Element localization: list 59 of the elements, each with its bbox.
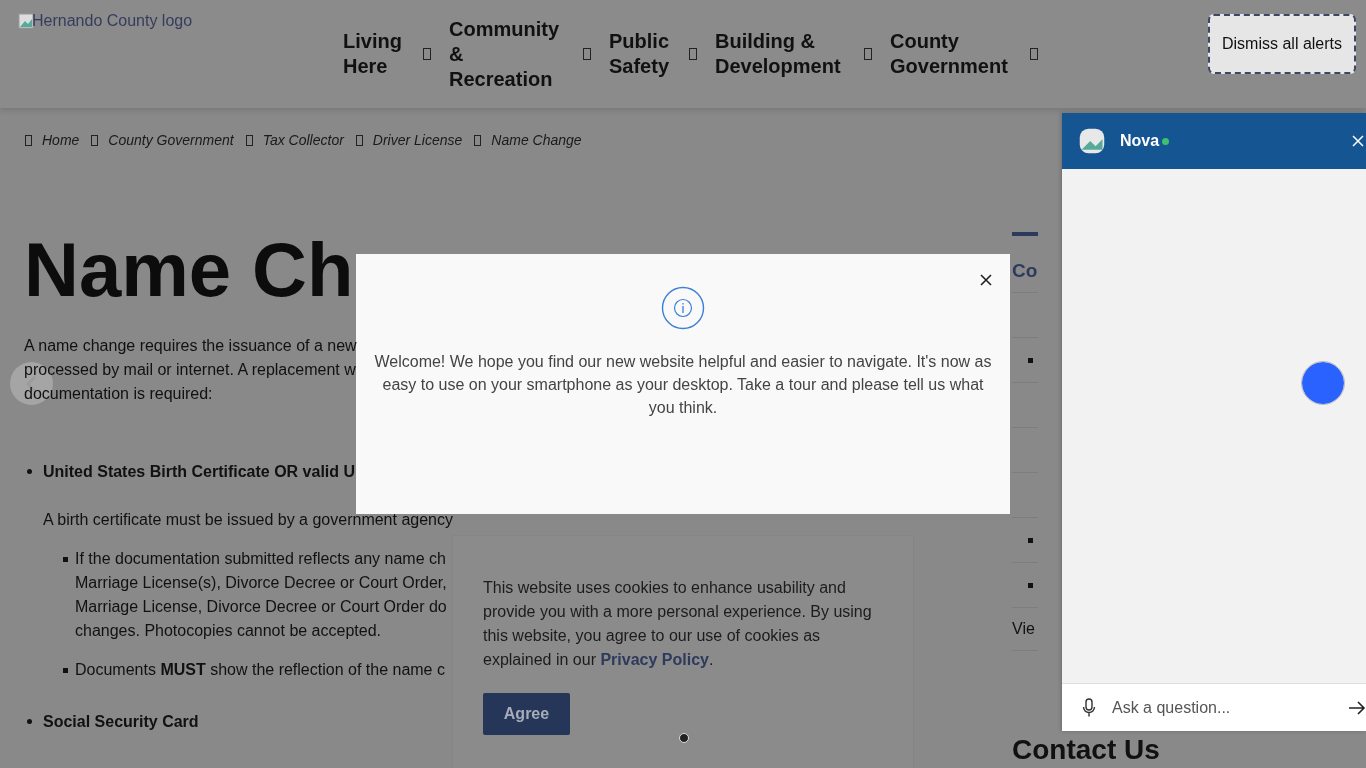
close-icon[interactable] [980, 274, 992, 286]
microphone-icon[interactable] [1082, 697, 1096, 718]
glyph-box-icon[interactable] [423, 48, 431, 60]
privacy-policy-link[interactable]: Privacy Policy [600, 651, 709, 668]
welcome-message: Welcome! We hope you find our new website helpful and easier to navigate. It's now as easy to use on your smartphone as your desktop. Take a tour and please tell us what you think. [374, 352, 992, 418]
paragraph-line: Marriage License(s), Divorce Decree or Court Order, [75, 573, 447, 593]
dismiss-alerts-button[interactable]: Dismiss all alerts [1208, 14, 1356, 74]
breadcrumb-link[interactable]: Driver License [372, 132, 463, 148]
bullet-icon [27, 469, 32, 474]
chat-input-field[interactable]: Ask a question... [1062, 683, 1366, 731]
list-heading: United States Birth Certificate OR valid U [43, 462, 356, 482]
nav-link[interactable]: Public Safety [609, 29, 675, 79]
breadcrumb-link[interactable]: County Government [108, 132, 234, 148]
chat-agent-name: Nova [1120, 132, 1160, 150]
nav-link[interactable]: County Government [890, 29, 1016, 79]
bullet-icon [1028, 537, 1033, 543]
info-icon [661, 286, 705, 330]
sidebar-link[interactable]: Vie [1012, 608, 1038, 651]
bullet-icon [63, 668, 68, 673]
glyph-box-icon [474, 134, 482, 146]
bullet-icon [1028, 357, 1033, 363]
glyph-box-icon[interactable] [583, 48, 591, 60]
note-text: A birth certificate must be issued by a government agency [43, 510, 453, 530]
broken-image-icon [1078, 127, 1106, 155]
glyph-box-icon[interactable] [1030, 48, 1038, 60]
glyph-box-icon [91, 134, 99, 146]
paragraph-line: changes. Photocopies cannot be accepted. [75, 621, 381, 641]
sidebar-heading: Co [1012, 260, 1038, 293]
glyph-box-icon[interactable] [864, 48, 872, 60]
breadcrumb-link[interactable]: Tax Collector [262, 132, 344, 148]
paragraph-line: Documents MUST show the reflection of the name c [75, 660, 445, 680]
bullet-icon [1028, 582, 1033, 588]
arrow-right-icon[interactable] [1348, 700, 1366, 715]
bullet-icon [27, 719, 32, 724]
agree-button[interactable]: Agree [483, 693, 570, 735]
paragraph-line: If the documentation submitted reflects any name ch [75, 549, 446, 569]
list-heading: Social Security Card [43, 712, 199, 732]
chat-launcher-icon [1302, 362, 1344, 404]
paragraph-line: documentation is required: [24, 384, 213, 404]
page-title: Name Ch [24, 230, 354, 310]
glyph-box-icon [355, 134, 363, 146]
bullet-icon [63, 557, 68, 562]
paragraph-line: Marriage License, Divorce Decree or Court Order do [75, 597, 447, 617]
breadcrumb-link[interactable]: Name Change [491, 132, 582, 148]
question-input[interactable]: Ask a question... [1110, 697, 1348, 718]
glyph-box-icon [25, 134, 32, 146]
section-heading: Contact Us [1012, 734, 1160, 766]
nav-link[interactable]: Building & Development [715, 29, 850, 79]
paragraph-line: processed by mail or internet. A replacement w [24, 360, 356, 380]
nav-link[interactable]: Living Here [343, 29, 409, 79]
glyph-box-icon [245, 134, 253, 146]
accent-bar [1012, 232, 1038, 236]
logo-alt-text[interactable]: Hernando County logo [32, 12, 193, 30]
dot-icon [679, 733, 689, 743]
nav-link[interactable]: Community & Recreation [449, 16, 569, 92]
cookie-message: This website uses cookies to enhance usability and provide you with a more personal experience. By using this website, you agree to our use of cookies as explained in our Privacy Policy. [483, 578, 873, 670]
glyph-box-icon[interactable] [689, 48, 697, 60]
breadcrumb-link[interactable]: Home [42, 132, 80, 148]
broken-image-icon [18, 13, 34, 29]
